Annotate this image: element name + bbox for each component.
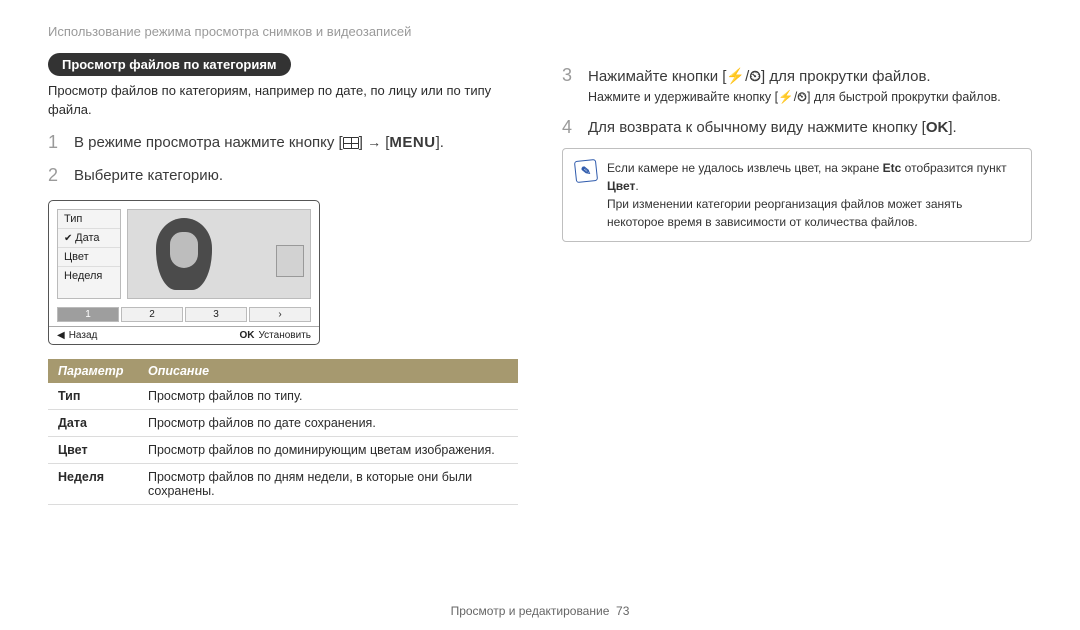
flash-icon: ⚡	[726, 68, 745, 85]
ok-icon: OK	[926, 119, 949, 136]
step-4-pre: Для возврата к обычному виду нажмите кно…	[588, 119, 926, 136]
step-3-sub-post: ] для быстрой прокрутки файлов.	[807, 90, 1001, 104]
step-2: 2 Выберите категорию.	[48, 165, 518, 186]
step-3-sub-pre: Нажмите и удерживайте кнопку [	[588, 90, 778, 104]
camera-menu-item: Цвет	[58, 248, 120, 267]
step-1-post: ].	[436, 134, 444, 151]
camera-pager-cell: ›	[249, 307, 311, 322]
param-desc: Просмотр файлов по типу.	[138, 383, 518, 410]
camera-pager-cell: 2	[121, 307, 183, 322]
step-2-number: 2	[48, 165, 64, 186]
face-silhouette-icon	[156, 218, 212, 290]
triangle-left-icon: ◀	[57, 330, 65, 341]
photo-thumbnail	[276, 245, 304, 277]
self-timer-icon: ⏲	[797, 90, 807, 104]
step-1-pre: В режиме просмотра нажмите кнопку [	[74, 134, 343, 151]
thumbnail-grid-icon	[343, 137, 359, 149]
menu-label: MENU	[389, 134, 435, 151]
table-row: ТипПросмотр файлов по типу.	[48, 383, 518, 410]
camera-menu-item: Тип	[58, 210, 120, 229]
param-name: Дата	[48, 409, 138, 436]
step-4-text: Для возврата к обычному виду нажмите кно…	[588, 119, 957, 136]
right-column: 3 Нажимайте кнопки [⚡/⏲] для прокрутки ф…	[562, 53, 1032, 600]
footer-section: Просмотр и редактирование	[451, 604, 610, 618]
camera-pager-cell: 3	[185, 307, 247, 322]
flash-icon: ⚡	[778, 90, 794, 104]
step-4-post: ].	[948, 119, 956, 136]
step-3-number: 3	[562, 65, 578, 86]
param-name: Цвет	[48, 436, 138, 463]
parameters-table: Параметр Описание ТипПросмотр файлов по …	[48, 359, 518, 505]
note-icon: ✎	[574, 159, 598, 183]
step-1: 1 В режиме просмотра нажмите кнопку [] →…	[48, 132, 518, 153]
th-param: Параметр	[48, 359, 138, 383]
page-footer: Просмотр и редактирование 73	[48, 604, 1032, 618]
camera-footer: ◀ Назад OK Установить	[49, 326, 319, 344]
table-row: НеделяПросмотр файлов по дням недели, в …	[48, 463, 518, 504]
step-4-number: 4	[562, 117, 578, 138]
camera-set-label: Установить	[259, 330, 312, 341]
camera-ok-icon: OK	[240, 330, 255, 341]
self-timer-icon: ⏲	[749, 68, 761, 85]
step-3: 3 Нажимайте кнопки [⚡/⏲] для прокрутки ф…	[562, 65, 1032, 86]
camera-pager-cell: 1	[57, 307, 119, 322]
arrow-icon: →	[367, 134, 381, 150]
step-1-text: В режиме просмотра нажмите кнопку [] → […	[74, 134, 444, 151]
left-column: Просмотр файлов по категориям Просмотр ф…	[48, 53, 518, 600]
param-desc: Просмотр файлов по дням недели, в которы…	[138, 463, 518, 504]
step-3-pre: Нажимайте кнопки [	[588, 68, 726, 85]
camera-photo-preview	[127, 209, 311, 299]
footer-page-number: 73	[616, 604, 629, 618]
camera-menu-item: Неделя	[58, 267, 120, 285]
camera-screen-mock: ТипДатаЦветНеделя 123› ◀ Назад OK Устано…	[48, 200, 320, 345]
breadcrumb: Использование режима просмотра снимков и…	[48, 24, 1032, 39]
step-3-text: Нажимайте кнопки [⚡/⏲] для прокрутки фай…	[588, 67, 931, 85]
param-name: Неделя	[48, 463, 138, 504]
camera-pager: 123›	[57, 307, 311, 322]
th-desc: Описание	[138, 359, 518, 383]
note-text: Если камере не удалось извлечь цвет, на …	[607, 159, 1019, 231]
param-desc: Просмотр файлов по доминирующим цветам и…	[138, 436, 518, 463]
table-row: ЦветПросмотр файлов по доминирующим цвет…	[48, 436, 518, 463]
camera-menu-item: Дата	[58, 229, 120, 248]
param-desc: Просмотр файлов по дате сохранения.	[138, 409, 518, 436]
step-2-text: Выберите категорию.	[74, 167, 223, 184]
step-3-sub: Нажмите и удерживайте кнопку [⚡/⏲] для б…	[588, 90, 1032, 105]
step-1-number: 1	[48, 132, 64, 153]
camera-category-menu: ТипДатаЦветНеделя	[57, 209, 121, 299]
step-3-post: ] для прокрутки файлов.	[761, 68, 931, 85]
section-pill: Просмотр файлов по категориям	[48, 53, 291, 76]
table-row: ДатаПросмотр файлов по дате сохранения.	[48, 409, 518, 436]
note-box: ✎ Если камере не удалось извлечь цвет, н…	[562, 148, 1032, 242]
intro-text: Просмотр файлов по категориям, например …	[48, 82, 518, 120]
step-4: 4 Для возврата к обычному виду нажмите к…	[562, 117, 1032, 138]
camera-back-label: Назад	[69, 330, 98, 341]
param-name: Тип	[48, 383, 138, 410]
